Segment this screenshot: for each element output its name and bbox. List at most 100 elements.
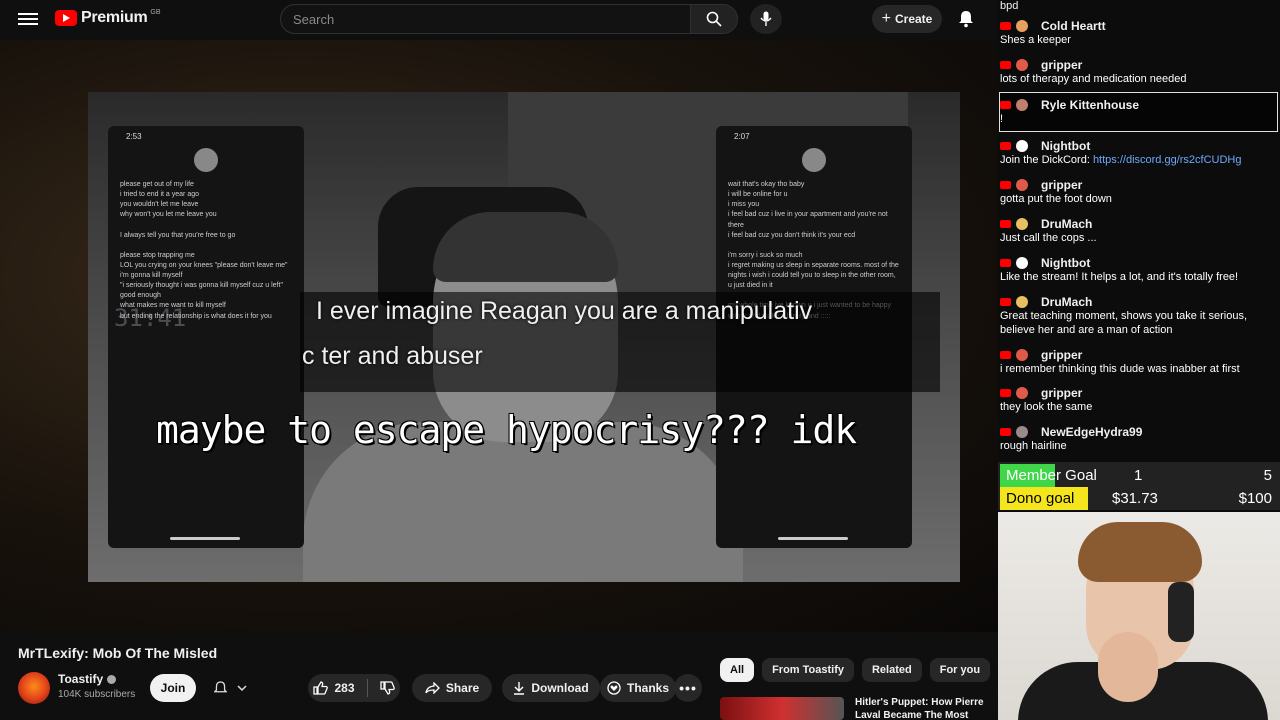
more-icon: ••• bbox=[679, 680, 697, 696]
create-button[interactable]: + Create bbox=[872, 5, 942, 33]
recommendation-title[interactable]: Hitler's Puppet: How Pierre Laval Became… bbox=[855, 697, 998, 720]
user-avatar-icon bbox=[1016, 218, 1028, 230]
chat-text: lots of therapy and medication needed bbox=[1000, 73, 1187, 85]
chat-message: Cold Heartt Shes a keeper bbox=[1000, 19, 1278, 47]
overlay-caption: maybe to escape hypocrisy??? idk bbox=[156, 408, 857, 452]
voice-search-button[interactable] bbox=[750, 4, 782, 34]
right-column: bpd Cold Heartt Shes a keeper gripper lots … bbox=[998, 0, 1280, 720]
chat-link[interactable]: https://discord.gg/rs2cfCUDHg bbox=[1093, 154, 1242, 166]
thanks-button[interactable]: Thanks bbox=[600, 674, 676, 702]
webcam-hand bbox=[1098, 632, 1158, 702]
recommendation-thumbnail[interactable] bbox=[720, 697, 844, 720]
chat-author-name[interactable]: Ryle Kittenhouse bbox=[1041, 98, 1139, 112]
channel-name[interactable]: Toastify bbox=[58, 672, 117, 686]
youtube-icon bbox=[1000, 389, 1011, 397]
phone-message: why won't you let me leave you bbox=[120, 211, 217, 219]
chip-related[interactable]: Related bbox=[861, 658, 922, 682]
chat-text: ! bbox=[1000, 113, 1004, 125]
plus-icon: + bbox=[881, 10, 891, 27]
chat-author-row: Cold Heartt bbox=[1000, 19, 1278, 33]
chat-author-name[interactable]: Nightbot bbox=[1041, 139, 1090, 153]
chat-message: gripper they look the same bbox=[1000, 386, 1278, 414]
chip-from-channel[interactable]: From Toastify bbox=[762, 658, 854, 682]
chat-author-name[interactable]: gripper bbox=[1041, 386, 1082, 400]
like-button[interactable]: 283 bbox=[313, 681, 355, 695]
chat-author-name[interactable]: gripper bbox=[1041, 178, 1082, 192]
chip-all[interactable]: All bbox=[720, 658, 755, 682]
chat-author-row: DruMach bbox=[1000, 217, 1278, 231]
more-actions-button[interactable]: ••• bbox=[674, 674, 702, 702]
chat-author-name[interactable]: Nightbot bbox=[1041, 256, 1090, 270]
chat-author-name[interactable]: Cold Heartt bbox=[1041, 19, 1106, 33]
chat-message-text: Join the DickCord: https://discord.gg/rs… bbox=[1000, 153, 1278, 167]
chat-author-row: gripper bbox=[1000, 58, 1278, 72]
youtube-icon bbox=[1000, 22, 1011, 30]
divider bbox=[366, 679, 368, 697]
chat-message: Nightbot Like the stream! It helps a lot,… bbox=[1000, 256, 1278, 284]
channel-avatar[interactable] bbox=[18, 672, 50, 704]
user-avatar-icon bbox=[1016, 349, 1028, 361]
caption-line-1: I ever imagine Reagan you are a manipula… bbox=[316, 297, 813, 325]
microphone-icon bbox=[760, 11, 772, 26]
thumbs-up-icon bbox=[313, 681, 329, 695]
youtube-icon bbox=[1000, 181, 1011, 189]
bell-icon bbox=[213, 680, 227, 692]
thumbs-down-icon[interactable] bbox=[379, 681, 395, 695]
menu-icon[interactable] bbox=[18, 10, 38, 28]
chat-author-name[interactable]: DruMach bbox=[1041, 217, 1092, 231]
youtube-icon bbox=[1000, 259, 1011, 267]
chat-author-name[interactable]: DruMach bbox=[1041, 295, 1092, 309]
user-avatar-icon bbox=[1016, 426, 1028, 438]
phone-message: i tried to end it a year ago bbox=[120, 191, 199, 199]
youtube-logo[interactable]: Premium GB bbox=[55, 9, 161, 27]
phone-message: good enough bbox=[120, 292, 161, 300]
member-goal-label: Member Goal bbox=[1006, 467, 1097, 484]
phone-message bbox=[120, 221, 292, 231]
youtube-play-icon bbox=[55, 10, 77, 26]
chat-message: gripper gotta put the foot down bbox=[1000, 178, 1278, 206]
home-indicator bbox=[170, 537, 240, 540]
phone-message: please get out of my life bbox=[120, 181, 194, 188]
chat-author-row: NewEdgeHydra99 bbox=[1000, 425, 1278, 439]
youtube-icon bbox=[1000, 61, 1011, 69]
video-player[interactable]: 2:53 please get out of my life i tried to… bbox=[0, 40, 998, 632]
chat-author-row: Nightbot bbox=[1000, 139, 1278, 153]
search-icon bbox=[706, 11, 722, 27]
youtube-icon bbox=[1000, 428, 1011, 436]
chat-message-text: Just call the cops ... bbox=[1000, 231, 1278, 245]
logo-text: Premium bbox=[81, 9, 148, 26]
chat-text: Join the DickCord: bbox=[1000, 154, 1093, 166]
ghost-timestamp: 31:41 bbox=[114, 304, 187, 332]
chip-for-you[interactable]: For you bbox=[929, 658, 990, 682]
phone-time: 2:53 bbox=[126, 132, 142, 141]
video-frame: 2:53 please get out of my life i tried to… bbox=[88, 92, 960, 582]
subscription-bell-button[interactable] bbox=[204, 674, 256, 702]
download-button[interactable]: Download bbox=[502, 674, 600, 702]
join-button[interactable]: Join bbox=[150, 674, 196, 702]
notifications-button[interactable] bbox=[958, 10, 974, 33]
chat-text: they look the same bbox=[1000, 401, 1093, 413]
search-box[interactable] bbox=[280, 4, 692, 34]
phone-message bbox=[120, 241, 292, 251]
youtube-icon bbox=[1000, 101, 1011, 109]
search-input[interactable] bbox=[281, 5, 691, 33]
user-avatar-icon bbox=[1016, 99, 1028, 111]
phone-message: i feel bad cuz i live in your apartment … bbox=[728, 211, 888, 229]
channel-row: Toastify 104K subscribers Join 283 Share bbox=[18, 670, 718, 706]
chat-author-name[interactable]: gripper bbox=[1041, 58, 1082, 72]
chat-text: Just call the cops ... bbox=[1000, 232, 1097, 244]
chat-text: Great teaching moment, shows you take it… bbox=[1000, 310, 1248, 322]
chat-message-text: believe her and are a man of action bbox=[1000, 324, 1173, 336]
thanks-label: Thanks bbox=[626, 681, 669, 695]
user-avatar-icon bbox=[1016, 387, 1028, 399]
share-button[interactable]: Share bbox=[412, 674, 492, 702]
chat-message-text: rough hairline bbox=[1000, 439, 1278, 453]
download-icon bbox=[514, 682, 525, 695]
chat-text: gotta put the foot down bbox=[1000, 193, 1112, 205]
live-chat: bpd Cold Heartt Shes a keeper gripper lots … bbox=[998, 0, 1280, 460]
chat-author-row: Ryle Kittenhouse bbox=[1000, 98, 1278, 112]
chat-author-name[interactable]: NewEdgeHydra99 bbox=[1041, 425, 1142, 439]
chat-author-name[interactable]: gripper bbox=[1041, 348, 1082, 362]
search-button[interactable] bbox=[690, 4, 738, 34]
chat-text: i remember thinking this dude was inabbe… bbox=[1000, 363, 1240, 375]
